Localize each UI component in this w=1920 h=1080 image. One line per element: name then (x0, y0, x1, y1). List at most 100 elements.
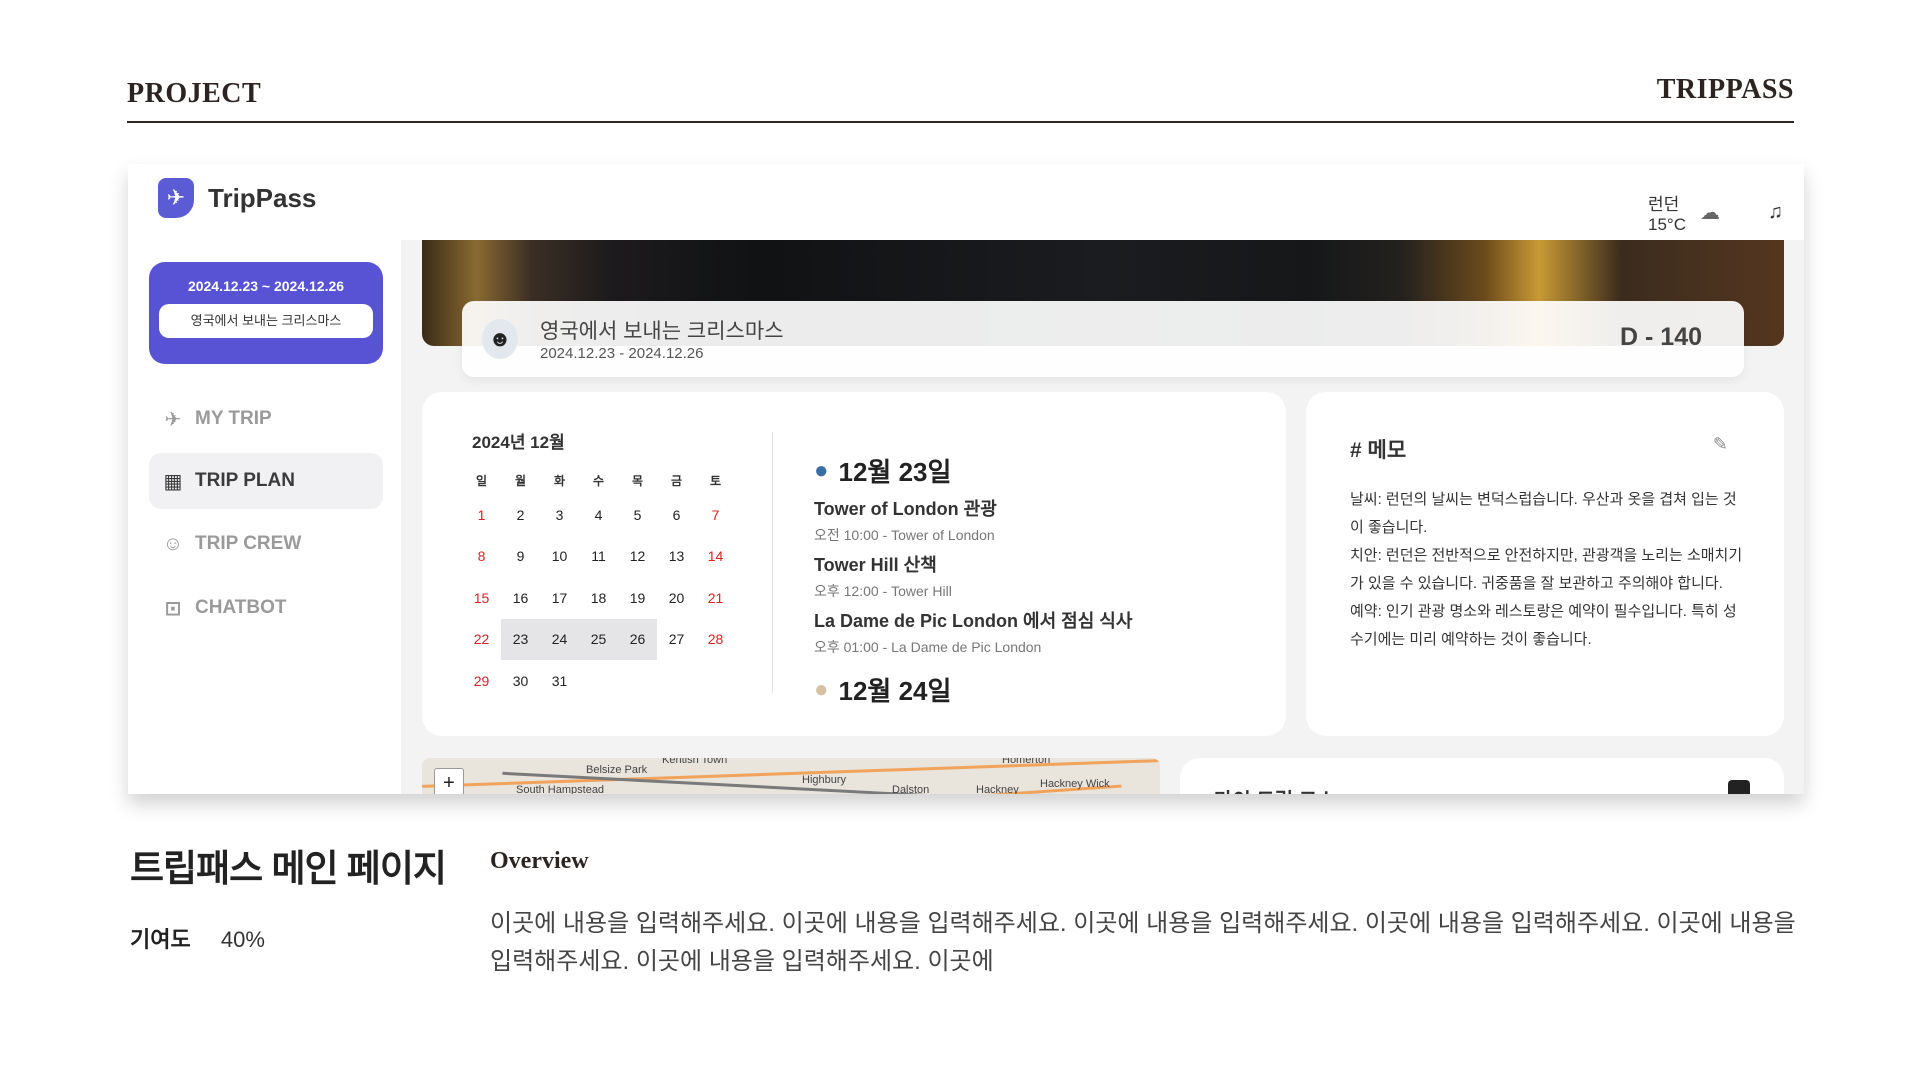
memo-line: 날씨: 런던의 날씨는 변덕스럽습니다. 우산과 옷을 겹쳐 입는 것이 좋습니… (1350, 491, 1737, 536)
calendar-day[interactable]: 5 (618, 494, 657, 536)
bell-icon[interactable]: ♫ (1768, 201, 1783, 224)
map-label: Kentish Town (662, 758, 728, 766)
map-label: Hackney (976, 784, 1019, 794)
calendar-icon: ▦ (163, 470, 183, 493)
calendar-day[interactable]: 9 (501, 536, 540, 578)
calendar-day[interactable]: 13 (657, 536, 696, 578)
schedule-day-header[interactable]: ● 12월 24일 (814, 671, 1132, 708)
calendar-day[interactable]: 18 (579, 577, 618, 619)
calendar-day[interactable]: 17 (540, 577, 579, 619)
map-label: South Hampstead (516, 784, 605, 794)
calendar-day[interactable]: 7 (696, 494, 735, 536)
calendar-day[interactable]: 27 (657, 619, 696, 661)
schedule-list: ● 12월 23일 Tower of London 관광 오전 10:00 - … (814, 452, 1132, 708)
calendar-day[interactable]: 29 (462, 660, 501, 702)
calendar-day[interactable]: 19 (618, 577, 657, 619)
airplane-icon: ✈ (164, 408, 182, 431)
sidebar-item-label: MY TRIP (195, 408, 272, 429)
calendar-card: 2024년 12월 일 월 화 수 목 금 토 1 2 3 4 5 6 7 8 (422, 392, 1286, 736)
calendar-day-selected[interactable]: 23 (501, 618, 540, 660)
app-logo[interactable]: ✈ TripPass (158, 178, 316, 218)
route-icon[interactable] (1728, 780, 1750, 794)
map-label: Belsize Park (586, 764, 648, 776)
map-label: Highbury (802, 774, 847, 786)
my-trip-course-card: 마이 트립 코스 (1180, 758, 1784, 794)
calendar-grid: 일 월 화 수 목 금 토 1 2 3 4 5 6 7 8 9 10 11 12… (462, 466, 735, 702)
weekday-label: 금 (670, 473, 683, 488)
weekday-label: 토 (709, 473, 722, 488)
calendar-day[interactable]: 11 (579, 536, 618, 578)
project-label: PROJECT (127, 78, 262, 109)
calendar-day (657, 660, 696, 702)
contribution-value: 40% (220, 927, 265, 952)
calendar-day (618, 660, 657, 702)
map-zoom-in-button[interactable]: + (434, 768, 464, 794)
schedule-event[interactable]: Tower Hill 산책 오후 12:00 - Tower Hill (814, 551, 1132, 601)
sidebar-item-label: TRIP PLAN (195, 470, 295, 491)
map-label: Dalston (892, 784, 930, 794)
sidebar-item-trip-crew[interactable]: ☺ TRIP CREW (149, 516, 383, 572)
location-pin-icon: ● (814, 675, 829, 703)
robot-icon: ⊡ (164, 597, 182, 620)
map-view[interactable]: + Belsize Park Highbury South Hampstead … (422, 758, 1160, 794)
calendar-day[interactable]: 1 (462, 494, 501, 536)
calendar-day[interactable]: 2 (501, 494, 540, 536)
event-detail: 오전 10:00 - Tower of London (814, 527, 995, 543)
location-pin-icon: ● (814, 456, 829, 484)
calendar-day[interactable]: 28 (696, 619, 735, 661)
event-title: Tower of London 관광 (814, 499, 997, 519)
memo-title: # 메모 (1350, 439, 1407, 462)
calendar-day[interactable]: 10 (540, 536, 579, 578)
sidebar-item-label: CHATBOT (195, 597, 287, 618)
map-label: Hackney Wick (1040, 778, 1110, 790)
calendar-day[interactable]: 3 (540, 494, 579, 536)
calendar-day[interactable]: 21 (696, 577, 735, 619)
schedule-day-header[interactable]: ● 12월 23일 (814, 452, 1132, 489)
calendar-day-selected[interactable]: 26 (618, 618, 657, 660)
calendar-day[interactable]: 15 (462, 577, 501, 619)
calendar-day-selected[interactable]: 24 (540, 618, 579, 660)
weekday-label: 일 (475, 473, 488, 488)
cloud-icon: ☁ (1699, 202, 1720, 224)
memo-card: # 메모 ✎ 날씨: 런던의 날씨는 변덕스럽습니다. 우산과 옷을 겹쳐 입는… (1306, 392, 1784, 736)
calendar-day[interactable]: 4 (579, 494, 618, 536)
top-actions: 런던 15°C ☁ ♫ ⇥ (1648, 190, 1804, 235)
calendar-day[interactable]: 20 (657, 577, 696, 619)
calendar-day[interactable]: 6 (657, 494, 696, 536)
sidebar-item-my-trip[interactable]: ✈ MY TRIP (149, 391, 383, 447)
overview-text: 이곳에 내용을 입력해주세요. 이곳에 내용을 입력해주세요. 이곳에 내용을 … (490, 910, 1796, 975)
weekday-label: 수 (592, 473, 605, 488)
calendar-divider (772, 432, 773, 694)
calendar-day[interactable]: 22 (462, 619, 501, 661)
weekday-label: 목 (631, 473, 644, 488)
calendar-day[interactable]: 12 (618, 536, 657, 578)
calendar-day[interactable]: 8 (462, 536, 501, 578)
overview-heading: Overview (490, 848, 589, 874)
calendar-day[interactable]: 31 (540, 660, 579, 702)
calendar-day-selected[interactable]: 25 (579, 618, 618, 660)
pencil-icon[interactable]: ✎ (1713, 434, 1728, 455)
trip-card[interactable]: 2024.12.23 ~ 2024.12.26 영국에서 보내는 크리스마스 (149, 262, 383, 364)
schedule-event[interactable]: Tower of London 관광 오전 10:00 - Tower of L… (814, 495, 1132, 545)
top-bar (401, 164, 1804, 240)
calendar-day (696, 660, 735, 702)
calendar-day[interactable]: 30 (501, 660, 540, 702)
airplane-logo-icon: ✈ (158, 178, 194, 218)
sidebar: ✈ TripPass 2024.12.23 ~ 2024.12.26 영국에서 … (128, 164, 401, 794)
sidebar-item-chatbot[interactable]: ⊡ CHATBOT (149, 580, 383, 636)
logo-text: TripPass (208, 182, 317, 213)
trip-card-name[interactable]: 영국에서 보내는 크리스마스 (159, 304, 373, 338)
event-title: La Dame de Pic London 에서 점심 식사 (814, 611, 1133, 631)
app-screenshot: ✈ TripPass 2024.12.23 ~ 2024.12.26 영국에서 … (128, 164, 1804, 794)
calendar-day[interactable]: 14 (696, 536, 735, 578)
calendar-day[interactable]: 16 (501, 577, 540, 619)
schedule-event[interactable]: La Dame de Pic London 에서 점심 식사 오후 01:00 … (814, 607, 1132, 657)
trip-card-dates: 2024.12.23 ~ 2024.12.26 (187, 278, 345, 294)
trip-banner: ☻ 영국에서 보내는 크리스마스 2024.12.23 - 2024.12.26… (462, 301, 1744, 377)
sidebar-item-trip-plan[interactable]: ▦ TRIP PLAN (149, 453, 383, 509)
schedule-day-label: 12월 23일 (838, 457, 952, 487)
memo-body[interactable]: 날씨: 런던의 날씨는 변덕스럽습니다. 우산과 옷을 겹쳐 입는 것이 좋습니… (1350, 486, 1748, 672)
weekday-label: 월 (514, 473, 527, 488)
contribution: 기여도 40% (130, 922, 265, 954)
event-detail: 오후 12:00 - Tower Hill (814, 583, 952, 599)
